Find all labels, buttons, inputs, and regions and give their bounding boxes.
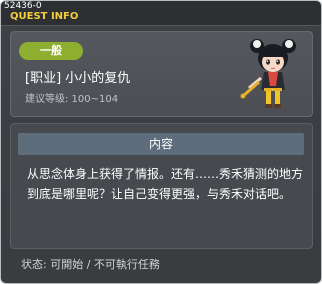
recommended-level: 建议等级: 100~104 xyxy=(25,94,119,105)
window-title: QUEST INFO xyxy=(10,11,79,22)
npc-portrait-icon xyxy=(240,39,296,108)
quest-status: 状态: 可開始 / 不可執行任務 xyxy=(21,258,160,271)
title-bar[interactable]: 52436-0 QUEST INFO xyxy=(1,1,321,25)
quest-name: [职业] 小小的复仇 xyxy=(25,71,131,86)
quest-id: 52436-0 xyxy=(4,1,42,11)
quest-type-badge: 一般 xyxy=(19,42,83,60)
content-header: 内容 xyxy=(18,133,304,155)
quest-summary-panel: 一般 [职业] 小小的复仇 建议等级: 100~104 xyxy=(10,31,313,117)
quest-description: 从思念体身上获得了情报。还有……秀禾猜测的地方到底是哪里呢？让自己变得更强，与秀… xyxy=(27,167,304,201)
quest-info-window: 52436-0 QUEST INFO 一般 [职业] 小小的复仇 建议等级: 1… xyxy=(0,0,322,284)
title-divider xyxy=(1,25,321,26)
quest-content-panel[interactable]: 内容 从思念体身上获得了情报。还有……秀禾猜测的地方到底是哪里呢？让自己变得更强… xyxy=(10,123,313,249)
